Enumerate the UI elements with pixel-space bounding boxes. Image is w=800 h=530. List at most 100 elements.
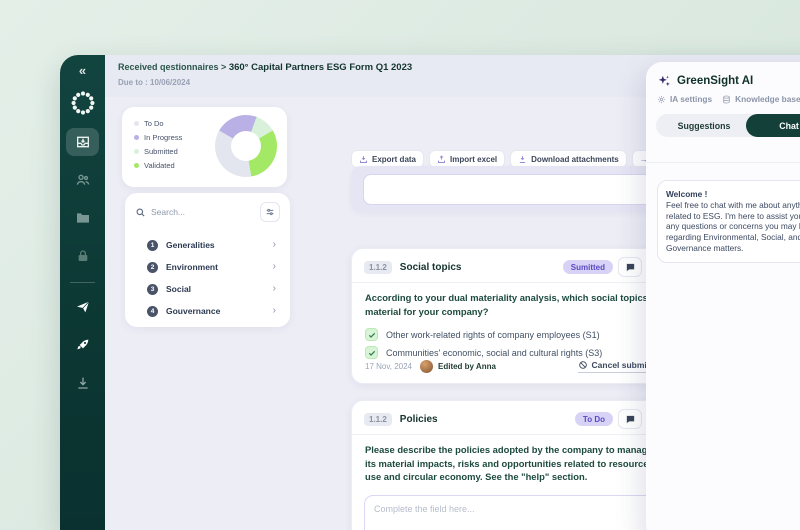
tab-suggestions[interactable]: Suggestions [656,114,752,137]
legend-dot-todo [134,120,139,126]
rocket-icon [76,339,88,350]
option-label: Other work-related rights of company emp… [386,329,600,340]
tab-chat[interactable]: Chat [746,114,800,137]
search-input[interactable] [151,207,241,217]
sidebar-divider [70,282,95,283]
question-title: Social topics [399,261,462,273]
breadcrumb-prefix[interactable]: Received qestionnaires > [118,62,226,72]
answer-textarea[interactable] [365,496,668,530]
sidebar-item-send[interactable] [66,293,99,321]
users-icon [76,174,89,185]
message-body: Feel free to chat with me about anything… [666,199,800,253]
attachment-download-icon [520,155,526,163]
search-bar [135,201,280,223]
legend-label: Validated [144,160,175,170]
due-date: Due to : 10/06/2024 [118,78,191,87]
sidebar-item-users[interactable] [66,166,99,194]
nav-number: 1 [147,239,158,251]
comment-button[interactable] [618,257,642,277]
comment-icon [626,415,634,423]
question-text: Please describe the policies adopted by … [365,444,653,482]
chevron-right-icon: › [272,283,276,294]
nav-label: Gouvernance [166,306,221,316]
breadcrumb-title: 360° Capital Partners ESG Form Q1 2023 [228,62,413,73]
comment-button[interactable] [618,409,642,429]
question-code-badge: 1.1.2 [364,412,392,426]
message-title: Welcome ! [666,189,708,199]
send-icon [76,301,89,313]
nav-label: Generalities [166,240,215,250]
donut-legend: To Do In Progress Submitted Validated [134,116,182,172]
progress-donut [215,115,277,177]
folder-icon [76,213,89,223]
assistant-tabs: Suggestions Chat [656,114,800,137]
legend-label: To Do [144,118,164,128]
checkbox-checked-icon[interactable] [365,328,378,341]
cancel-icon [578,360,587,369]
breadcrumb: Received qestionnaires > 360° Capital Pa… [118,62,412,73]
nav-number: 3 [147,283,158,295]
sidebar-item-environment[interactable]: 2 Environment › [147,259,276,275]
ia-settings-link[interactable]: IA settings [657,94,712,104]
sparkle-icon [658,75,670,86]
nav-number: 2 [147,261,158,273]
partial-question-card [351,166,682,212]
sliders-icon [266,208,274,216]
filter-button[interactable] [260,202,280,222]
question-code-badge: 1.1.2 [364,260,392,274]
card-header: 1.1.2 Social topics Sumitted [364,257,671,277]
answer-field[interactable] [363,174,670,205]
answer-textarea-wrap [364,495,669,530]
divider [646,162,800,163]
legend-label: In Progress [144,132,183,142]
sidebar-item-files[interactable] [66,204,99,232]
sidebar-item-launch[interactable] [66,331,99,359]
avatar [420,359,433,373]
chevron-right-icon: › [272,239,276,250]
logo-icon [71,91,94,115]
edit-date: 17 Nov, 2024 [365,361,412,371]
option-label: Communities' economic, social and cultur… [386,347,603,358]
sidebar-item-download[interactable] [66,369,99,397]
legend-dot-inprogress [134,134,139,140]
question-card-policies: 1.1.2 Policies To Do Please describe the… [351,400,682,530]
collapse-sidebar-button[interactable]: « [79,63,86,78]
legend-item: To Do [134,116,182,130]
sidebar-item-social[interactable]: 3 Social › [147,281,276,297]
legend-item: In Progress [134,130,182,144]
sidebar: « [60,55,105,530]
nav-label: Social [166,284,192,294]
question-card-social-topics: 1.1.2 Social topics Sumitted According t… [351,248,682,384]
legend-dot-submitted [134,148,139,154]
question-title: Policies [399,413,438,425]
assistant-meta: IA settings Knowledge base [657,94,800,104]
nav-label: Environment [166,262,218,272]
chevron-right-icon: › [272,261,276,272]
sidebar-item-gouvernance[interactable]: 4 Gouvernance › [147,303,276,319]
chevron-right-icon: › [272,305,276,316]
assistant-header: GreenSight AI [657,74,753,88]
card-footer: 17 Nov, 2024 Edited by Anna Cancel submi… [365,358,669,374]
inbox-icon [76,136,89,148]
gear-icon [657,95,666,103]
sidebar-item-generalities[interactable]: 1 Generalities › [147,237,276,253]
knowledge-base-link[interactable]: Knowledge base [722,94,800,104]
status-badge: Sumitted [562,260,613,274]
import-icon [438,154,446,163]
divider [352,282,681,283]
divider [352,434,681,435]
assistant-title: GreenSight AI [677,75,754,87]
search-icon [136,208,145,217]
download-icon [77,377,88,389]
option-row[interactable]: Other work-related rights of company emp… [365,328,600,341]
edited-by: Edited by Anna [438,361,496,371]
sidebar-item-security[interactable] [66,242,99,270]
export-icon [360,155,367,163]
assistant-message-bubble: Welcome ! Feel free to chat with me abou… [657,180,800,263]
progress-overview-card: To Do In Progress Submitted Validated [122,107,287,187]
lock-icon [78,250,87,261]
status-badge: To Do [574,412,613,426]
nav-number: 4 [147,305,158,317]
card-header: 1.1.2 Policies To Do [364,409,671,429]
sidebar-item-inbox[interactable] [66,128,99,156]
